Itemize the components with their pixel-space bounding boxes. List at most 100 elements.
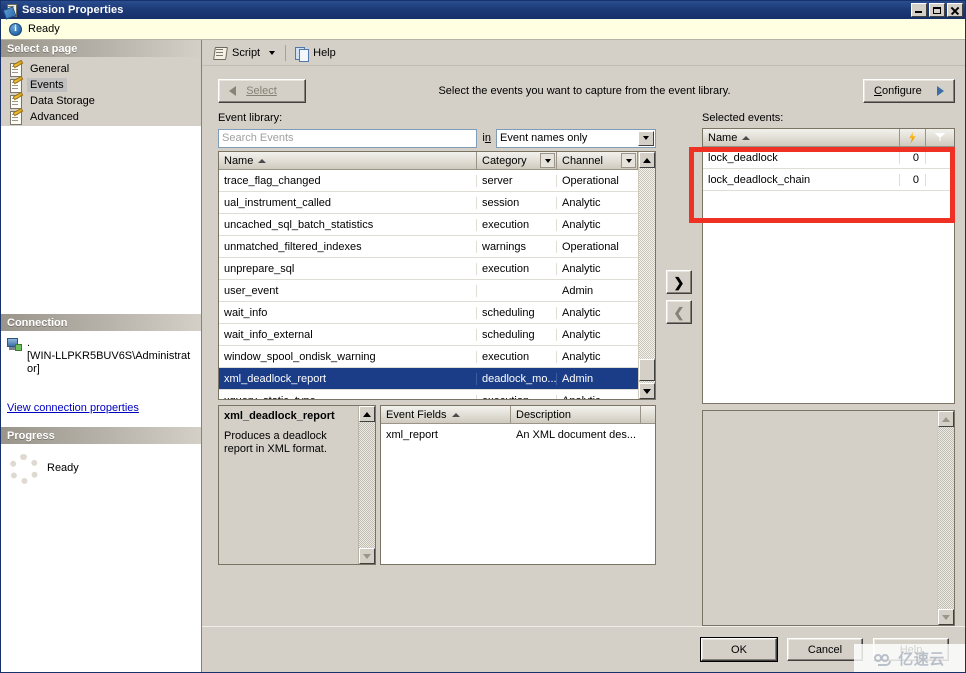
cell-category: execution [477,350,557,363]
table-row[interactable]: lock_deadlock 0 [703,147,954,169]
detail-panel-body [703,411,937,625]
selected-events-grid-header: Name [703,129,954,147]
cell-channel: Analytic [562,262,601,275]
configure-button-label: Configure [874,85,922,97]
scroll-up-button[interactable] [639,152,655,168]
cell-category: server [477,174,557,187]
search-scope-value: Event names only [500,132,588,144]
selected-events-grid[interactable]: Name lock_deadlock 0 lock_deadlock_chain… [702,128,955,404]
ok-button[interactable]: OK [701,638,777,661]
scroll-track[interactable] [938,427,954,609]
channel-filter-button[interactable] [621,153,636,168]
scroll-track[interactable] [359,422,375,548]
table-row[interactable]: uncached_sql_batch_statistics execution An… [219,214,638,236]
table-row[interactable]: xml_deadlock_report deadlock_mo... Admin [219,368,638,390]
sidebar-item-data-storage[interactable]: Data Storage [1,91,201,109]
event-library-rows[interactable]: trace_flag_changed server Operational ual_i… [219,170,638,399]
page-icon [9,107,24,125]
chevron-right-icon: ❯ [673,274,685,290]
help-button[interactable]: Help [290,44,341,62]
cell-channel: Analytic [562,218,601,231]
column-header-description[interactable]: Description [511,406,641,423]
cell-category: execution [477,394,557,399]
scroll-thumb[interactable] [639,359,655,381]
table-row[interactable]: lock_deadlock_chain 0 [703,169,954,191]
column-header-category[interactable]: Category [477,152,557,169]
scroll-down-button[interactable] [359,548,375,564]
sidebar-item-advanced[interactable]: Advanced [1,107,201,125]
chevron-down-icon[interactable] [638,130,654,146]
cancel-button[interactable]: Cancel [787,638,863,661]
script-button[interactable]: Script [208,44,265,62]
scroll-down-button[interactable] [938,609,954,625]
info-icon [9,22,22,36]
column-header-actions[interactable] [900,129,926,146]
progress-panel: Ready [1,444,201,672]
column-header-filter[interactable] [926,129,954,146]
script-label: Script [232,46,261,59]
search-input[interactable]: Search Events [218,128,478,148]
scroll-down-button[interactable] [639,383,655,399]
event-fields-rows[interactable]: xml_report An XML document des... [381,424,655,564]
table-row[interactable]: wait_info_external scheduling Analytic [219,324,638,346]
server-icon [7,338,23,353]
scroll-track[interactable] [639,168,655,383]
select-button[interactable]: Select [218,79,306,103]
cloud-logo-icon [874,652,894,666]
column-header-channel[interactable]: Channel [557,152,638,169]
table-row[interactable]: unprepare_sql execution Analytic [219,258,638,280]
cell-category: execution [477,218,557,231]
minimize-button[interactable] [911,3,927,17]
sidebar-item-events[interactable]: Events [1,75,201,93]
column-header-event-fields[interactable]: Event Fields [381,406,511,423]
remove-event-button[interactable]: ❮ [666,300,692,324]
maximize-button[interactable] [929,3,945,17]
sidebar-item-general[interactable]: General [1,59,201,77]
selected-events-rows[interactable]: lock_deadlock 0 lock_deadlock_chain 0 [703,147,954,403]
view-connection-properties-link[interactable]: View connection properties [7,402,139,414]
panels-row: Event library: Search Events in Event na… [218,112,955,626]
table-row[interactable]: xml_report An XML document des... [381,424,655,446]
table-row[interactable]: xquery_static_typeexecutionAnalytic [219,390,638,399]
event-detail-row: xml_deadlock_report Produces a deadlock … [218,405,656,565]
connection-info: . [WIN-LLPKR5BUV6S\Administrator] [27,337,195,376]
event-fields-grid[interactable]: Event Fields Description xml_report An XM… [380,405,656,565]
cell-name: uncached_sql_batch_statistics [219,218,477,231]
add-event-button[interactable]: ❯ [666,270,692,294]
selected-events-column: Selected events: Name lock_deadlock 0 lo… [702,112,955,626]
category-filter-button[interactable] [540,153,555,168]
cell-channel: Operational [562,240,619,253]
column-header-name[interactable]: Name [219,152,477,169]
script-dropdown-button[interactable] [265,49,281,57]
table-row[interactable]: wait_info scheduling Analytic [219,302,638,324]
table-row[interactable]: ual_instrument_called session Analytic [219,192,638,214]
description-scrollbar[interactable] [358,406,375,564]
event-library-scrollbar[interactable] [638,152,655,399]
sidebar-spacer [1,125,201,314]
detail-panel-scrollbar[interactable] [937,411,954,625]
table-row[interactable]: user_event Admin [219,280,638,302]
event-library-grid[interactable]: Name Category Channel trace_flag_changed… [218,151,656,400]
selected-event-detail-panel [702,410,955,626]
right-pane: Script Help Select Select the events you… [202,40,965,672]
dialog-footer: OK Cancel Help [202,626,965,672]
sort-ascending-icon [258,158,267,163]
configure-button[interactable]: Configure [863,79,955,103]
scroll-up-button[interactable] [938,411,954,427]
cell-field: xml_report [386,429,438,441]
chevron-right-icon [937,86,944,96]
table-row[interactable]: unmatched_filtered_indexes warnings Operat… [219,236,638,258]
table-row[interactable]: trace_flag_changed server Operational [219,170,638,192]
cell-name: lock_deadlock [703,151,900,164]
table-row[interactable]: window_spool_ondisk_warning execution Anal… [219,346,638,368]
select-a-page-header: Select a page [1,40,201,57]
search-scope-combo[interactable]: Event names only [496,128,656,148]
connection-header: Connection [1,314,201,331]
close-button[interactable] [947,3,963,17]
cell-category: execution [477,262,557,275]
scroll-up-button[interactable] [359,406,375,422]
cell-channel: Operational [562,174,619,187]
instruction-text: Select the events you want to capture fr… [438,85,731,97]
cell-channel: Analytic [562,306,601,319]
column-header-name[interactable]: Name [703,129,900,146]
